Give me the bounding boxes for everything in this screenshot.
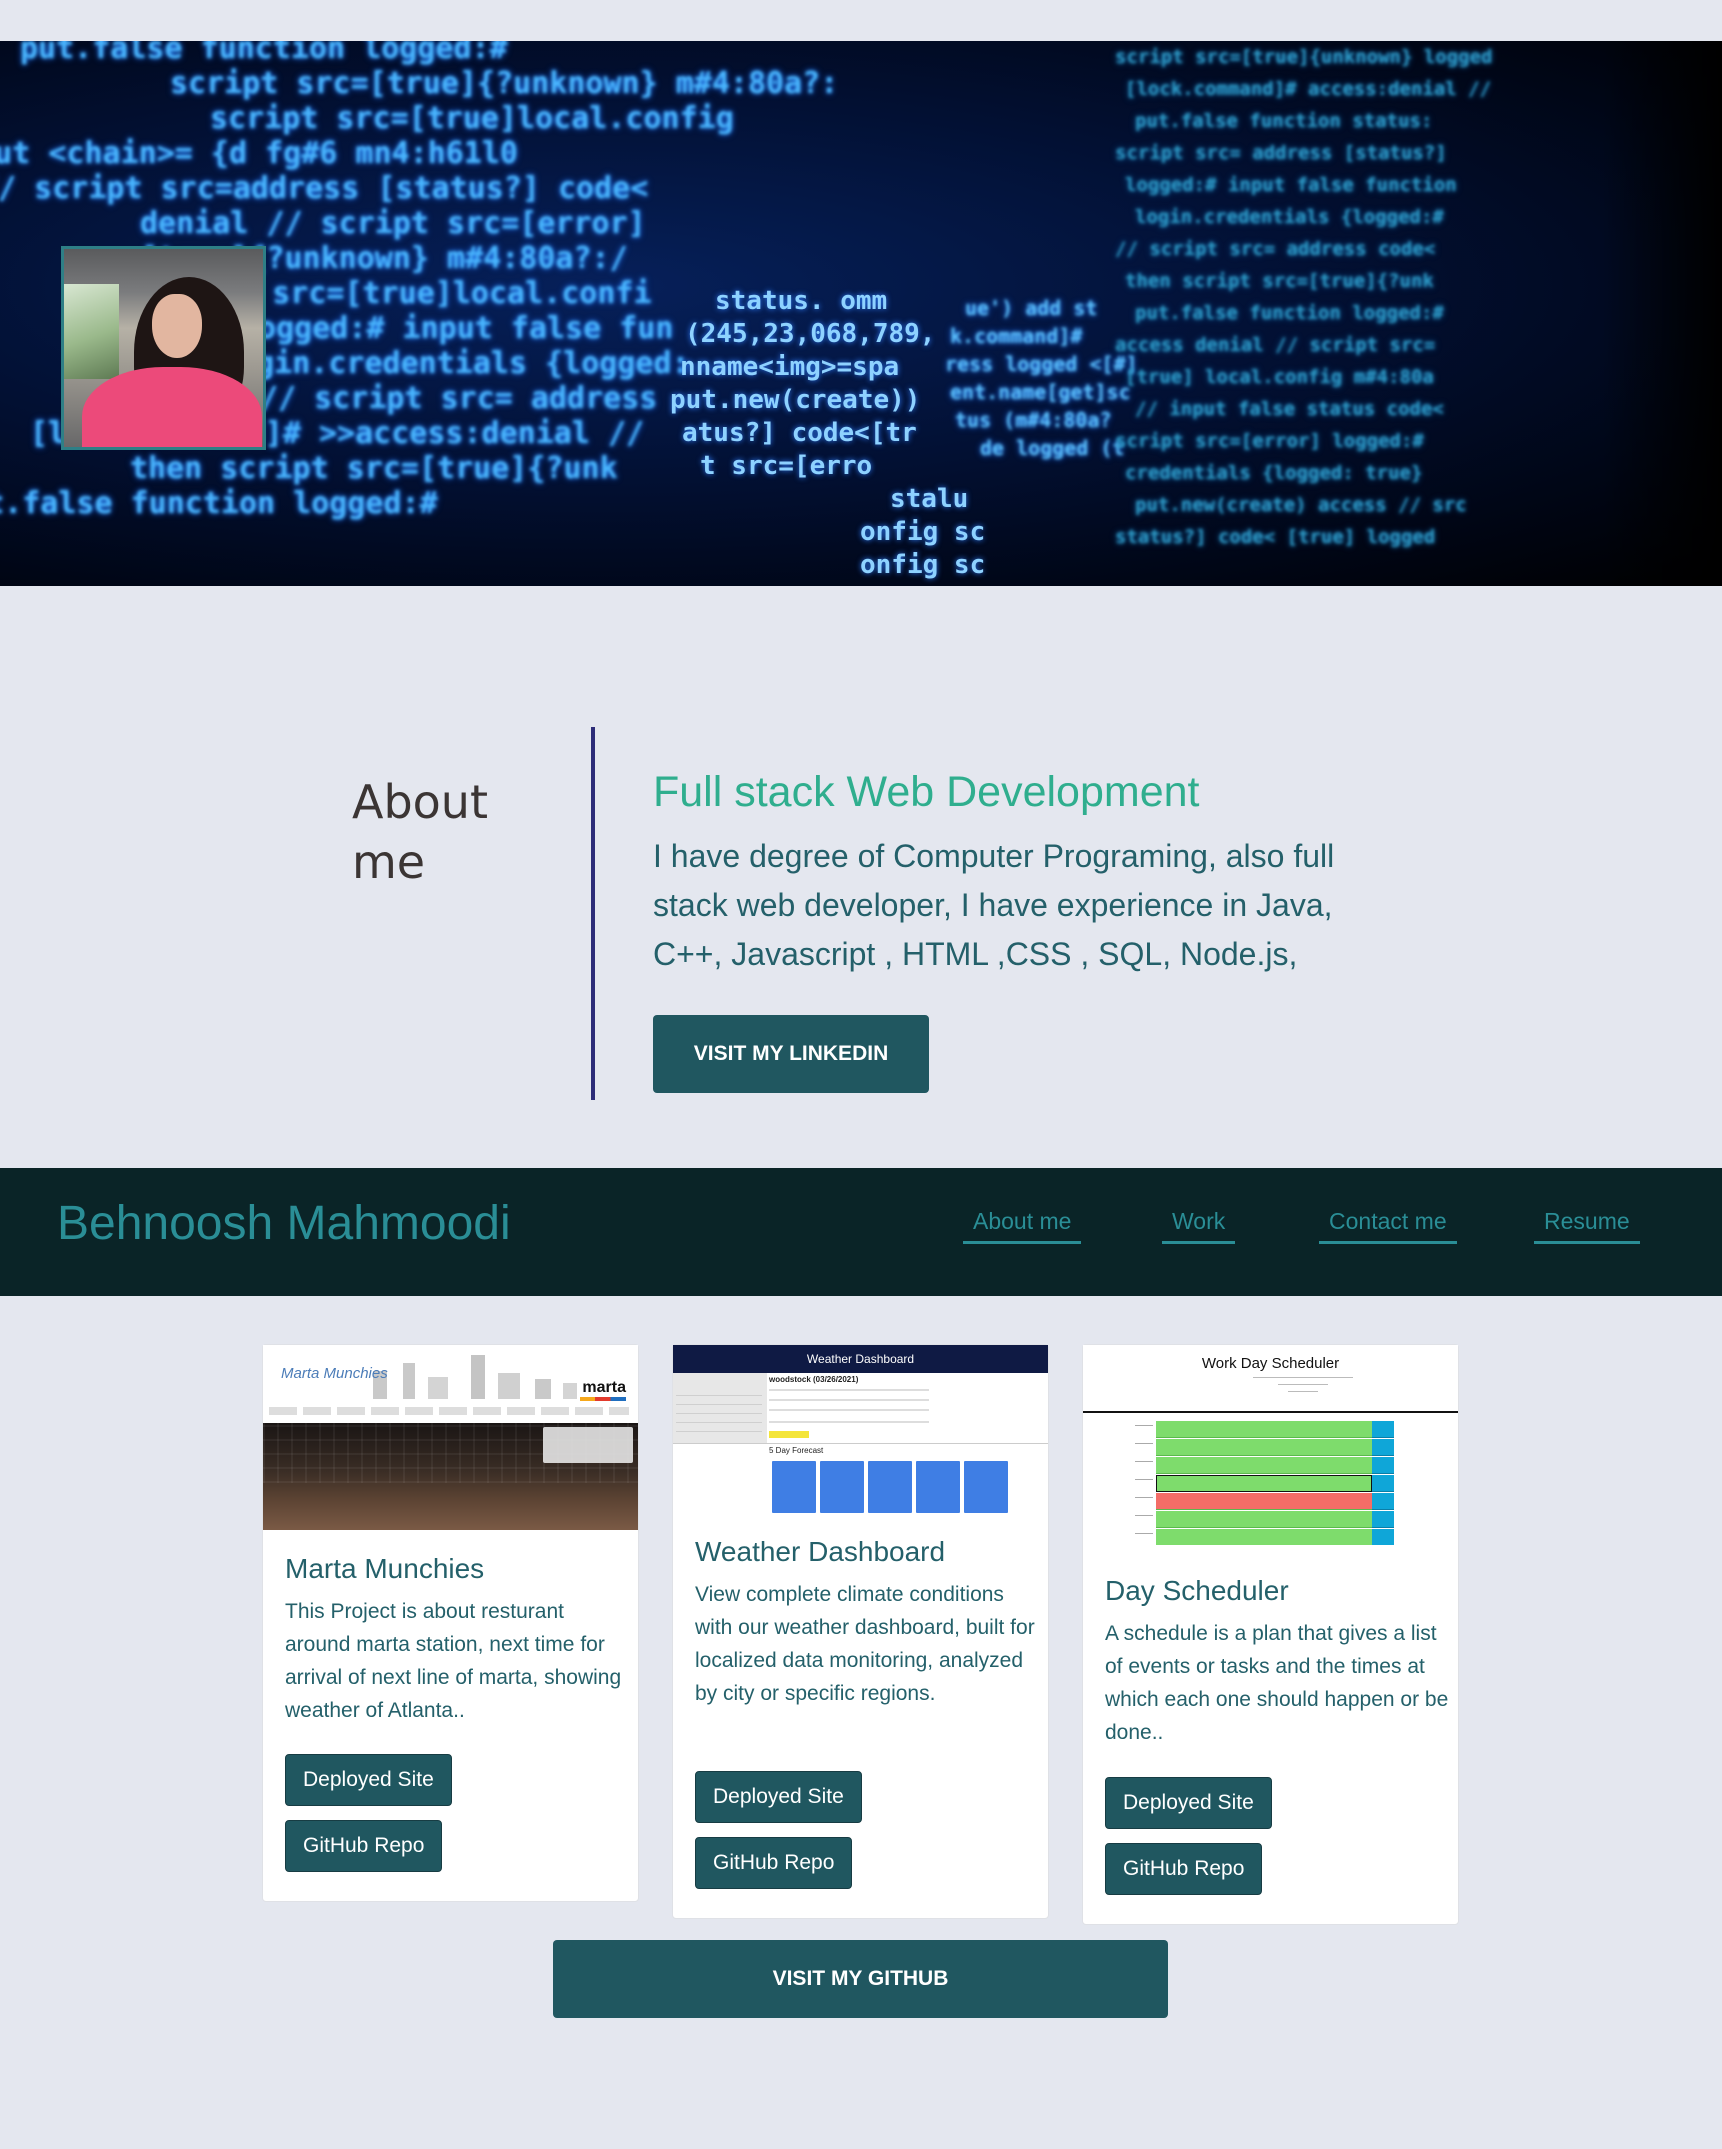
code-line: script src=[true]{?unknown} m#4:80a?: <box>170 66 839 101</box>
code-line: k.command]# <box>950 324 1083 348</box>
code-line: [true] local.config m#4:80a <box>1125 366 1434 388</box>
code-line: [lock.command]# access:denial // <box>1125 78 1492 100</box>
code-line: t src=[erro <box>700 451 873 481</box>
deployed-site-button[interactable]: Deployed Site <box>285 1754 452 1806</box>
code-line: then script src=[true]{?unk <box>130 451 618 486</box>
project-thumbnail[interactable]: Work Day Scheduler <box>1083 1345 1458 1545</box>
visit-linkedin-button[interactable]: VISIT MY LINKEDIN <box>653 1015 929 1093</box>
project-title: Day Scheduler <box>1105 1575 1289 1606</box>
project-description: This Project is about resturant around m… <box>285 1600 622 1722</box>
code-line: onfig sc <box>860 550 986 580</box>
code-line: tus (m#4:80a? <box>955 408 1112 432</box>
code-line: // input false status code< <box>1135 398 1444 420</box>
code-line: script src=[true]local.config <box>210 101 734 136</box>
code-line: status. omm <box>715 286 888 316</box>
code-line: then script src=[true]{?unk <box>1125 270 1434 292</box>
code-line: // script src= address code< <box>1115 238 1436 260</box>
about-title: About me <box>352 775 489 889</box>
code-line: put.false function status: <box>1135 110 1433 132</box>
code-line: script src=[error] logged:# <box>1115 430 1424 452</box>
code-line: script src= address [status?] <box>1115 142 1447 164</box>
project-description: A schedule is a plan that gives a list o… <box>1105 1622 1449 1744</box>
code-line: credentials {logged: true} <box>1125 462 1423 484</box>
code-line: ress logged <[#] <box>945 352 1138 376</box>
code-line: access denial // script src= <box>1115 334 1436 356</box>
code-line: ent.name[get]sc <box>950 380 1131 404</box>
project-description: View complete climate conditions with ou… <box>695 1583 1035 1705</box>
code-line: atus?] code<[tr <box>682 418 917 448</box>
hero-banner: put.false function logged:# script src=[t… <box>0 41 1722 586</box>
project-thumbnail[interactable]: Marta Munchies marta <box>263 1345 638 1531</box>
project-title: Weather Dashboard <box>695 1536 946 1567</box>
project-card-weather-dashboard: Weather Dashboard woodstock (03/26/2021)… <box>672 1344 1049 1919</box>
code-line: stalu <box>890 484 969 514</box>
profile-photo <box>61 246 266 450</box>
code-line: logged:# input false function <box>1125 174 1457 196</box>
code-line: put.false function logged:# <box>1135 302 1444 324</box>
code-line: login.credentials {logged:# <box>1135 206 1444 228</box>
deployed-site-button[interactable]: Deployed Site <box>1105 1777 1272 1829</box>
code-line: de logged (t <box>980 436 1125 460</box>
code-line: nname<img>=spa <box>680 352 900 382</box>
project-thumbnail[interactable]: Weather Dashboard woodstock (03/26/2021)… <box>673 1345 1048 1520</box>
navbar: Behnoosh Mahmoodi About me Work Contact … <box>0 1168 1722 1296</box>
code-line: script src=[true]{unknown} logged <box>1115 46 1493 68</box>
code-line: put.false function logged:# <box>20 41 508 66</box>
code-line: status?] code< [true] logged <box>1115 526 1436 548</box>
about-divider <box>591 727 595 1100</box>
nav-link-work[interactable]: Work <box>1162 1208 1236 1244</box>
code-line: // script src=address [status?] code< <box>0 171 649 206</box>
brand-name[interactable]: Behnoosh Mahmoodi <box>57 1196 511 1251</box>
project-card-marta-munchies: Marta Munchies marta Marta Munchies This… <box>262 1344 639 1902</box>
code-line: logged:# input false fun <box>240 311 674 346</box>
nav-link-resume[interactable]: Resume <box>1534 1208 1640 1244</box>
code-line: put.false function logged:# <box>0 486 438 521</box>
github-repo-button[interactable]: GitHub Repo <box>1105 1843 1263 1895</box>
code-line: login.credentials {logged: <box>220 346 690 381</box>
code-line: ue') add st <box>965 296 1098 320</box>
visit-github-button[interactable]: VISIT MY GITHUB <box>553 1940 1168 2018</box>
about-heading: Full stack Web Development <box>653 768 1200 816</box>
deployed-site-button[interactable]: Deployed Site <box>695 1771 862 1823</box>
project-title: Marta Munchies <box>285 1553 485 1584</box>
code-line: input <chain>= {d fg#6 mn4:h61l0 <box>0 136 518 171</box>
about-description: I have degree of Computer Programing, al… <box>653 838 1335 972</box>
code-line: denial // script src=[error] <box>140 206 646 241</box>
nav-link-about-me[interactable]: About me <box>963 1208 1082 1244</box>
code-line: // script src= address <box>260 381 658 416</box>
github-repo-button[interactable]: GitHub Repo <box>695 1837 853 1889</box>
project-card-day-scheduler: Work Day Scheduler Day Scheduler A sched… <box>1082 1344 1459 1925</box>
code-line: ipt src=[true]local.confi <box>200 276 652 311</box>
marta-logo: marta <box>582 1379 626 1396</box>
code-line: (245,23,068,789, <box>685 319 936 349</box>
nav-link-contact-me[interactable]: Contact me <box>1319 1208 1457 1244</box>
github-repo-button[interactable]: GitHub Repo <box>285 1820 443 1872</box>
code-line: put.new(create)) <box>670 385 921 415</box>
code-line: onfig sc <box>860 517 986 547</box>
code-line: put.new(create) access // src <box>1135 494 1467 516</box>
